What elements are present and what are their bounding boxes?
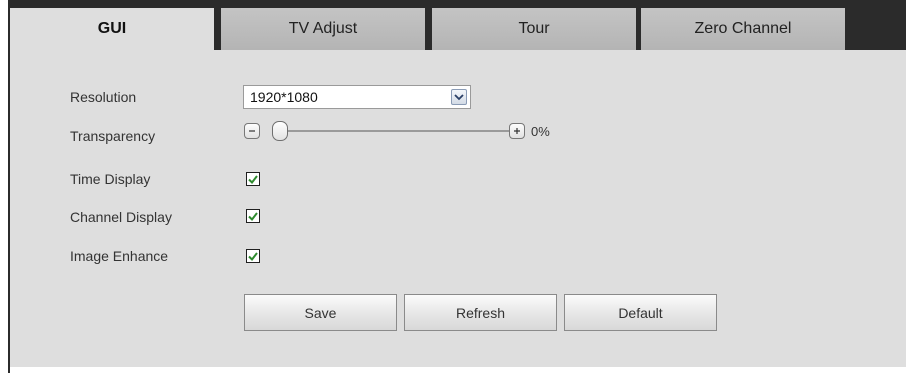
save-button[interactable]: Save (244, 294, 397, 331)
image-enhance-label: Image Enhance (70, 248, 169, 264)
time-display-checkbox[interactable] (246, 172, 260, 186)
transparency-label: Transparency (70, 128, 156, 144)
tab-tv-adjust[interactable]: TV Adjust (221, 8, 425, 50)
channel-display-checkbox[interactable] (246, 209, 260, 223)
transparency-value: 0% (531, 124, 550, 139)
tab-zero-channel[interactable]: Zero Channel (641, 8, 845, 50)
image-enhance-checkbox[interactable] (246, 249, 260, 263)
tab-gui[interactable]: GUI (10, 8, 214, 50)
resolution-select[interactable]: 1920*1080 (243, 85, 471, 109)
chevron-down-icon[interactable] (451, 89, 467, 105)
tab-tour[interactable]: Tour (432, 8, 636, 50)
plus-icon[interactable] (509, 123, 525, 139)
minus-icon[interactable] (244, 123, 260, 139)
resolution-value: 1920*1080 (250, 89, 318, 105)
time-display-label: Time Display (70, 171, 151, 187)
default-button[interactable]: Default (564, 294, 717, 331)
transparency-slider-track[interactable] (288, 130, 509, 132)
refresh-button[interactable]: Refresh (404, 294, 557, 331)
transparency-slider-thumb[interactable] (272, 121, 288, 141)
channel-display-label: Channel Display (70, 209, 172, 225)
resolution-label: Resolution (70, 89, 137, 105)
